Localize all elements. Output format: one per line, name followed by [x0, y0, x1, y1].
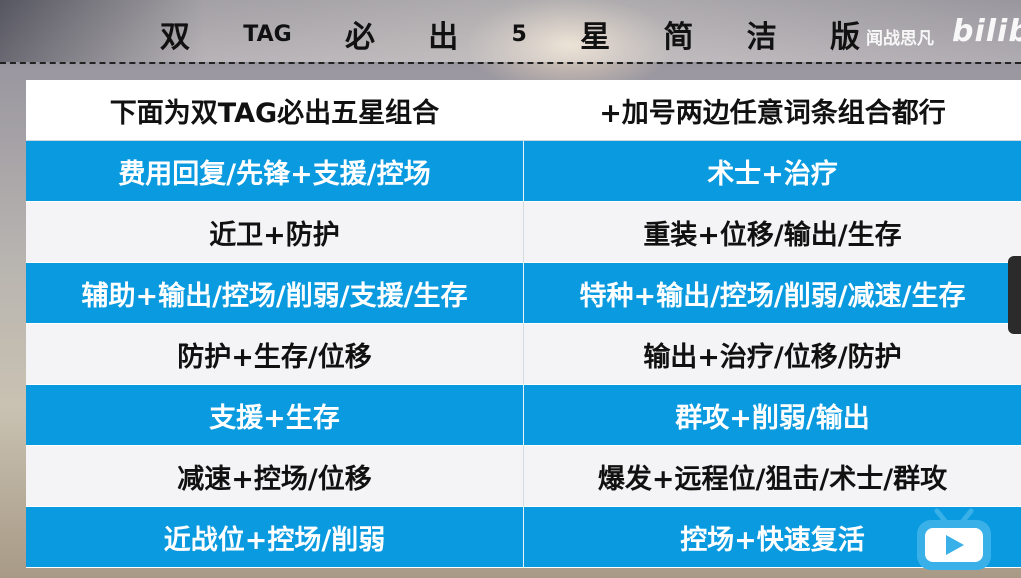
table-cell: 支援+生存 — [26, 384, 524, 446]
table-row: 费用回复/先锋+支援/控场 术士+治疗 — [26, 140, 1021, 202]
side-panel-handle[interactable] — [1008, 256, 1021, 334]
table-cell: 输出+治疗/位移/防护 — [523, 323, 1021, 385]
table-cell: 防护+生存/位移 — [26, 323, 524, 385]
title-char: TAG — [243, 21, 292, 47]
title-char: 必 — [344, 20, 375, 55]
table-row: 支援+生存 群攻+削弱/输出 — [26, 384, 1021, 446]
table-cell: 术士+治疗 — [523, 140, 1021, 202]
table-row: 辅助+输出/控场/削弱/支援/生存 特种+输出/控场/削弱/减速/生存 — [26, 262, 1021, 324]
title-char: 洁 — [746, 20, 777, 55]
table-cell: 重装+位移/输出/生存 — [523, 201, 1021, 263]
table-row: 近战位+控场/削弱 控场+快速复活 — [26, 506, 1021, 568]
table-header-cell: 下面为双TAG必出五星组合 — [26, 80, 524, 141]
table-cell: 特种+输出/控场/削弱/减速/生存 — [523, 262, 1021, 324]
table-row: 近卫+防护 重装+位移/输出/生存 — [26, 201, 1021, 263]
title-char: 版 — [829, 20, 860, 55]
title-char: 双 — [160, 20, 190, 55]
table-cell: 爆发+远程位/狙击/术士/群攻 — [523, 445, 1021, 507]
title-char: 5 — [511, 21, 527, 47]
table-header-row: 下面为双TAG必出五星组合 +加号两边任意词条组合都行 — [26, 80, 1021, 141]
table-cell: 减速+控场/位移 — [26, 445, 524, 507]
title-char: 简 — [663, 20, 694, 55]
combo-table: 下面为双TAG必出五星组合 +加号两边任意词条组合都行 费用回复/先锋+支援/控… — [26, 80, 1021, 568]
table-cell: 近战位+控场/削弱 — [26, 506, 524, 568]
table-cell: 辅助+输出/控场/削弱/支援/生存 — [26, 262, 524, 324]
table-header-cell: +加号两边任意词条组合都行 — [523, 80, 1021, 141]
table-row: 防护+生存/位移 输出+治疗/位移/防护 — [26, 323, 1021, 385]
table-cell: 费用回复/先锋+支援/控场 — [26, 140, 524, 202]
table-row: 减速+控场/位移 爆发+远程位/狙击/术士/群攻 — [26, 445, 1021, 507]
watermark-author: 闻战思凡 — [866, 29, 934, 49]
page-title: 双 TAG 必 出 5 星 简 洁 版 — [160, 14, 860, 55]
dashed-divider — [0, 62, 1021, 64]
bilibili-logo: bilibili — [952, 14, 1021, 49]
bilibili-tv-icon[interactable] — [913, 507, 995, 573]
title-char: 出 — [428, 20, 459, 55]
title-char: 星 — [580, 20, 611, 55]
table-cell: 近卫+防护 — [26, 201, 524, 263]
table-cell: 群攻+削弱/输出 — [523, 384, 1021, 446]
